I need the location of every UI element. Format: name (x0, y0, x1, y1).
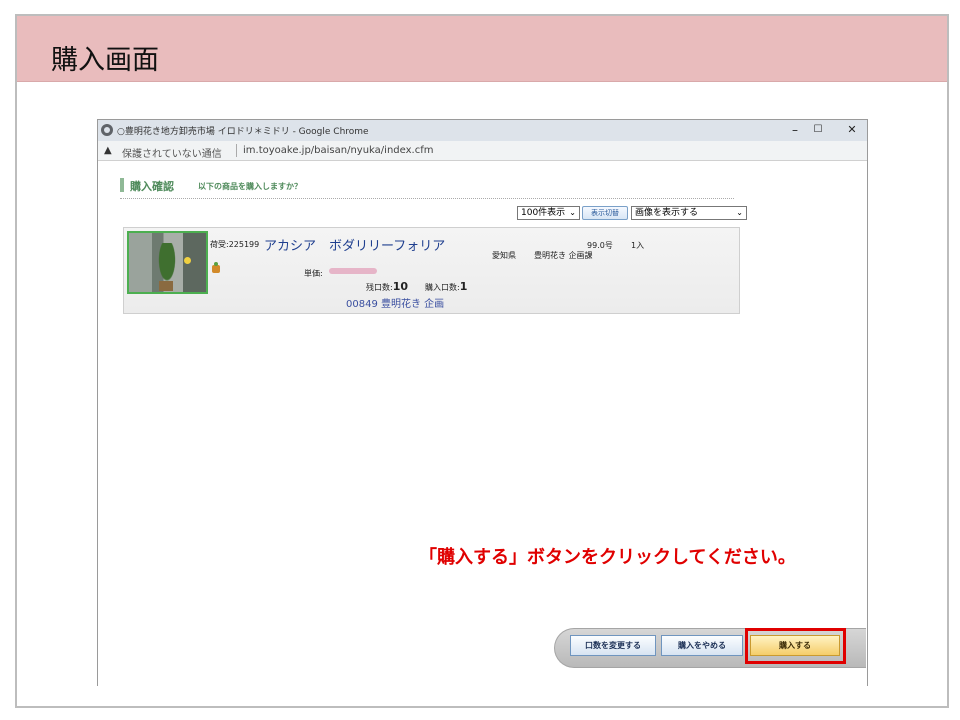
minimize-button[interactable]: – (785, 122, 805, 138)
image-display-select[interactable]: 画像を表示する ⌄ (631, 206, 747, 220)
confirm-title: 購入確認 (130, 180, 174, 193)
remaining-count: 残口数:10 (366, 280, 409, 293)
per-page-value: 100件表示 (521, 208, 566, 218)
chevron-down-icon: ⌄ (569, 208, 576, 217)
unit-price-redacted (329, 268, 377, 274)
origin-region: 愛知県 (492, 251, 516, 260)
product-name: アカシア ボダリリーフォリア (264, 239, 446, 254)
item-category-icon (212, 262, 220, 273)
change-quantity-button[interactable]: 口数を変更する (570, 635, 656, 656)
title-bar: ○豊明花き地方卸売市場 イロドリ＊ミドリ - Google Chrome – ☐… (98, 120, 867, 141)
close-button[interactable]: ✕ (842, 122, 862, 138)
seller-info: 00849 豊明花き 企画 (346, 299, 445, 310)
unit-price-label: 単価: (304, 269, 323, 278)
security-label[interactable]: 保護されていない通信 (122, 145, 222, 160)
shipper-name: 豊明花き 企画課 (534, 251, 593, 260)
instruction-annotation: 「購入する」ボタンをクリックしてください。 (419, 547, 796, 568)
warning-icon[interactable]: ▲ (104, 145, 112, 156)
window-title: ○豊明花き地方卸売市場 イロドリ＊ミドリ - Google Chrome (117, 127, 369, 137)
confirm-subtitle: 以下の商品を購入しますか？ (198, 182, 302, 191)
url-text[interactable]: im.toyoake.jp/baisan/nyuka/index.cfm (243, 145, 433, 156)
chevron-down-icon: ⌄ (736, 208, 743, 217)
switch-view-button[interactable]: 表示切替 (582, 206, 628, 220)
title-accent-bar (120, 178, 124, 192)
browser-window: ○豊明花き地方卸売市場 イロドリ＊ミドリ - Google Chrome – ☐… (97, 119, 868, 686)
cancel-purchase-button[interactable]: 購入をやめる (661, 635, 743, 656)
purchase-count: 購入口数:1 (425, 280, 468, 293)
page-content: 購入確認 以下の商品を購入しますか？ 100件表示 ⌄ 表示切替 画像を表示する… (98, 161, 867, 686)
product-card: 荷受:225199 アカシア ボダリリーフォリア 99.0号 1入 愛知県 豊明… (123, 227, 740, 314)
shipment-label: 荷受:225199 (210, 240, 260, 249)
address-bar[interactable]: ▲ 保護されていない通信 im.toyoake.jp/baisan/nyuka/… (98, 141, 867, 161)
purchase-highlight-frame (745, 628, 846, 664)
product-quantity: 1入 (631, 241, 645, 250)
chrome-icon (101, 124, 113, 136)
product-image[interactable] (127, 231, 208, 294)
slide-header: 購入画面 (17, 16, 947, 82)
slide-title: 購入画面 (51, 45, 159, 76)
per-page-select[interactable]: 100件表示 ⌄ (517, 206, 580, 220)
address-separator (236, 144, 237, 157)
image-display-value: 画像を表示する (635, 208, 699, 218)
divider (120, 198, 734, 199)
maximize-button[interactable]: ☐ (808, 122, 828, 138)
